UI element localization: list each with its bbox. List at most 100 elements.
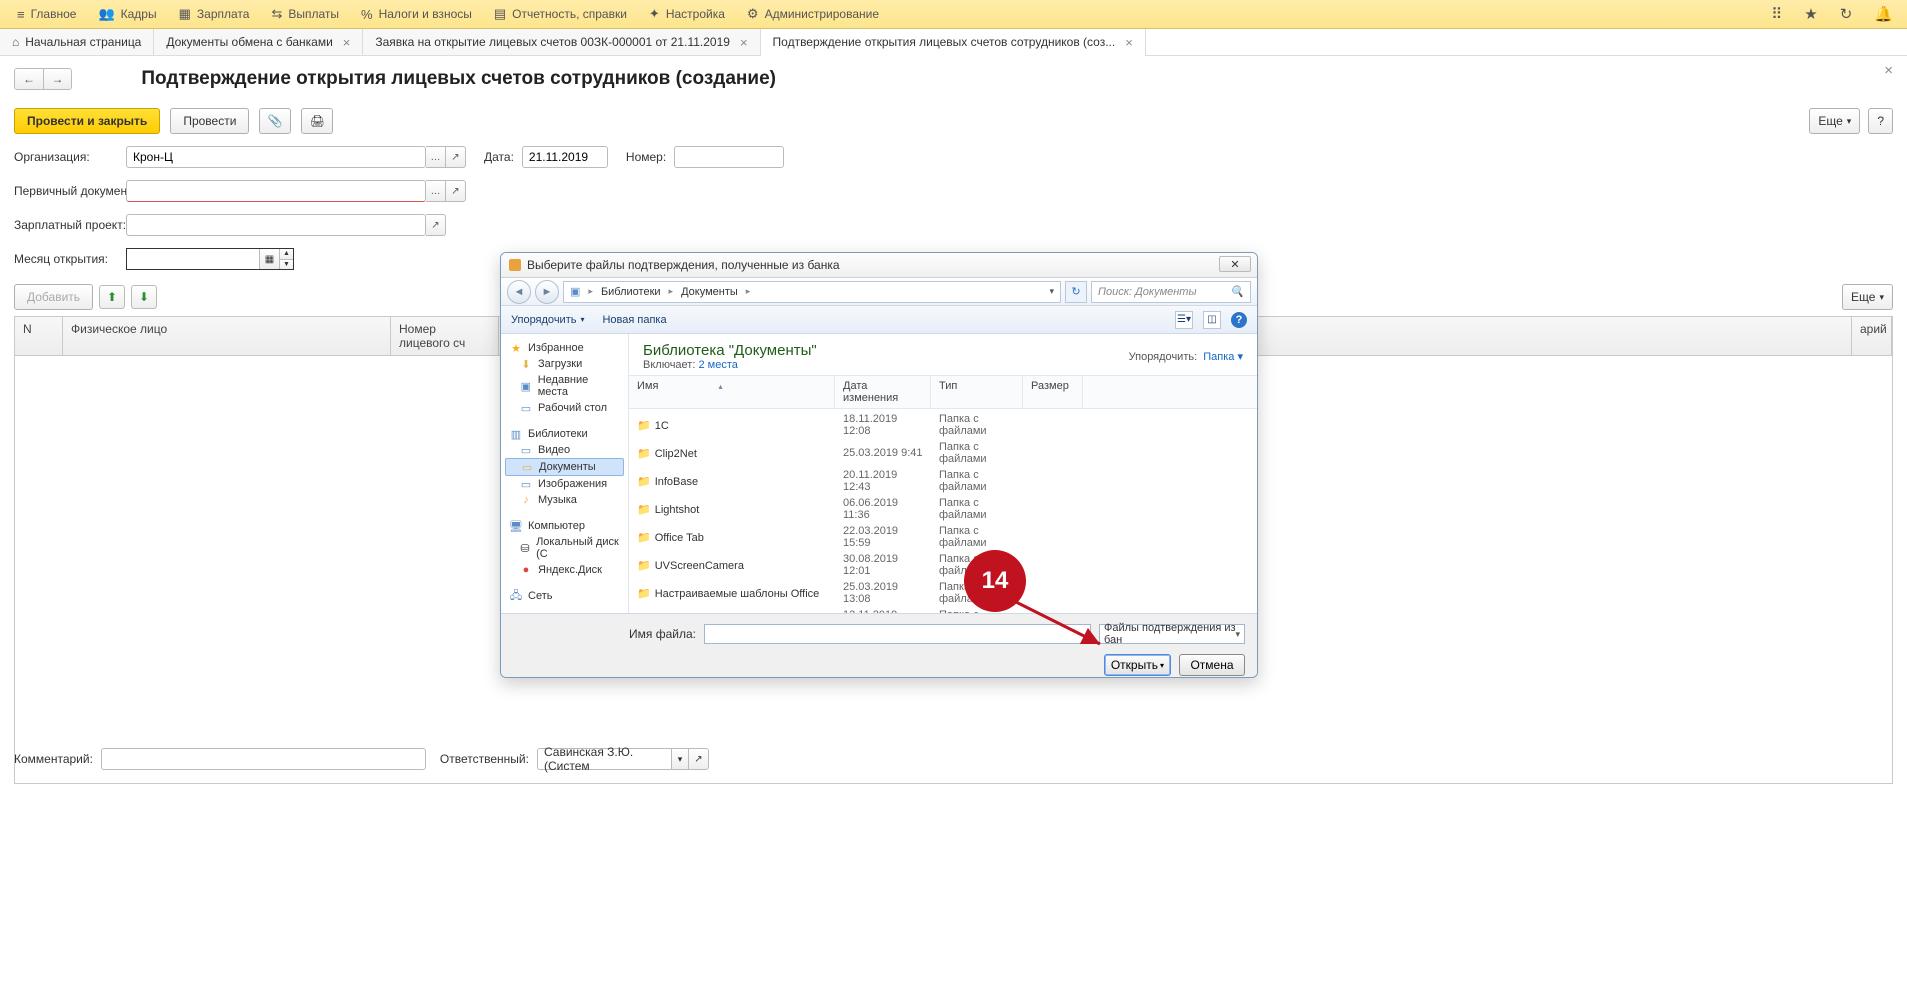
date-input[interactable] (522, 146, 608, 168)
add-button[interactable]: Добавить (14, 284, 93, 310)
side-network[interactable]: 🖧Сеть (505, 588, 624, 604)
project-open-button[interactable]: ↗ (426, 214, 446, 236)
nav-back-circle[interactable]: ◄ (507, 280, 531, 304)
comment-input[interactable] (101, 748, 426, 770)
organize-menu[interactable]: Упорядочить ▾ (511, 314, 584, 326)
apps-icon[interactable]: ⠿ (1765, 5, 1788, 23)
calendar-icon[interactable]: ▦ (259, 249, 279, 269)
primary-doc-ellipsis-button[interactable]: … (426, 180, 446, 202)
side-documents[interactable]: ▭Документы (505, 458, 624, 476)
close-icon[interactable]: × (1125, 35, 1133, 50)
spin-up-button[interactable]: ▲ (280, 249, 293, 259)
menu-admin[interactable]: ⚙Администрирование (736, 0, 890, 29)
menu-payments[interactable]: ⇆Выплаты (260, 0, 350, 29)
table-more-button[interactable]: Еще ▾ (1842, 284, 1893, 310)
locations-link[interactable]: 2 места (698, 359, 737, 371)
number-input[interactable] (674, 146, 784, 168)
col-comment[interactable]: арий (1852, 317, 1892, 355)
tab-confirmation[interactable]: Подтверждение открытия лицевых счетов со… (761, 29, 1146, 55)
side-desktop[interactable]: ▭Рабочий стол (505, 400, 624, 416)
menu-reports[interactable]: ▤Отчетность, справки (483, 0, 638, 29)
new-folder-button[interactable]: Новая папка (602, 314, 666, 326)
side-yadisk[interactable]: ●Яндекс.Диск (505, 562, 624, 578)
help-button[interactable]: ? (1868, 108, 1893, 134)
file-row[interactable]: 📁Настраиваемые шаблоны Office25.03.2019 … (629, 579, 1257, 607)
menu-main[interactable]: ≡Главное (6, 0, 87, 29)
menu-salary[interactable]: ▦Зарплата (168, 0, 261, 29)
col-n[interactable]: N (15, 317, 63, 355)
side-recent[interactable]: ▣Недавние места (505, 372, 624, 400)
primary-doc-input[interactable] (126, 180, 426, 202)
col-person[interactable]: Физическое лицо (63, 317, 391, 355)
side-downloads[interactable]: ⬇Загрузки (505, 356, 624, 372)
side-video[interactable]: ▭Видео (505, 442, 624, 458)
side-libraries[interactable]: ▥Библиотеки (505, 426, 624, 442)
side-local-disk[interactable]: ⛁Локальный диск (C (505, 534, 624, 562)
dialog-help-button[interactable]: ? (1231, 312, 1247, 328)
crumb-libraries[interactable]: Библиотеки (601, 286, 661, 298)
tab-home[interactable]: ⌂Начальная страница (0, 29, 154, 55)
tab-label: Заявка на открытие лицевых счетов 00ЗК-0… (375, 35, 730, 49)
page-close-icon[interactable]: × (1884, 62, 1893, 79)
org-open-button[interactable]: ↗ (446, 146, 466, 168)
menu-hr[interactable]: 👥Кадры (87, 0, 167, 29)
nav-back-button[interactable]: ← (15, 69, 43, 89)
post-and-close-button[interactable]: Провести и закрыть (14, 108, 160, 134)
side-computer[interactable]: 🖥Компьютер (505, 518, 624, 534)
search-input[interactable]: Поиск: Документы 🔍 (1091, 281, 1251, 303)
org-input[interactable] (126, 146, 426, 168)
responsible-field: Савинская З.Ю. (Систем ▾ ↗ (537, 748, 709, 770)
col-size[interactable]: Размер (1023, 376, 1083, 408)
close-icon[interactable]: × (740, 35, 748, 50)
file-row[interactable]: 📁Clip2Net25.03.2019 9:41Папка с файлами (629, 439, 1257, 467)
org-ellipsis-button[interactable]: … (426, 146, 446, 168)
file-row[interactable]: 📁UVScreenCamera30.08.2019 12:01Папка с ф… (629, 551, 1257, 579)
primary-doc-open-button[interactable]: ↗ (446, 180, 466, 202)
menu-taxes[interactable]: %Налоги и взносы (350, 0, 483, 29)
file-row[interactable]: 📁Office Tab22.03.2019 15:59Папка с файла… (629, 523, 1257, 551)
preview-pane-button[interactable]: ◫ (1203, 311, 1221, 329)
responsible-dropdown-button[interactable]: ▾ (671, 748, 689, 770)
close-icon[interactable]: × (343, 35, 351, 50)
crumb-documents[interactable]: Документы (681, 286, 738, 298)
nav-forward-circle[interactable]: ► (535, 280, 559, 304)
responsible-value[interactable]: Савинская З.Ю. (Систем (537, 748, 671, 770)
month-input[interactable] (127, 249, 259, 269)
cancel-button[interactable]: Отмена (1179, 654, 1245, 676)
file-row[interactable]: 📁Файлы Outlook12.11.2019 14:38Папка с фа… (629, 607, 1257, 613)
file-row[interactable]: 📁1C18.11.2019 12:08Папка с файлами (629, 411, 1257, 439)
side-images[interactable]: ▭Изображения (505, 476, 624, 492)
sort-value-link[interactable]: Папка ▾ (1203, 351, 1243, 363)
bell-icon[interactable]: 🔔 (1868, 5, 1899, 23)
print-button[interactable]: 🖨 (301, 108, 333, 134)
file-row[interactable]: 📁InfoBase20.11.2019 12:43Папка с файлами (629, 467, 1257, 495)
history-icon[interactable]: ↻ (1834, 5, 1859, 23)
move-down-button[interactable]: ⬇ (131, 285, 157, 309)
side-music[interactable]: ♪Музыка (505, 492, 624, 508)
refresh-button[interactable]: ↻ (1065, 281, 1087, 303)
col-name[interactable]: Имя▴ (629, 376, 835, 408)
more-button[interactable]: Еще ▾ (1809, 108, 1860, 134)
side-favorites[interactable]: ★Избранное (505, 340, 624, 356)
move-up-button[interactable]: ⬆ (99, 285, 125, 309)
star-icon[interactable]: ★ (1798, 5, 1823, 23)
tab-request[interactable]: Заявка на открытие лицевых счетов 00ЗК-0… (363, 29, 760, 55)
dialog-titlebar[interactable]: Выберите файлы подтверждения, полученные… (501, 253, 1257, 278)
col-account[interactable]: Номер лицевого сч (391, 317, 499, 355)
view-mode-button[interactable]: ☰▾ (1175, 311, 1193, 329)
nav-forward-button[interactable]: → (43, 69, 71, 89)
menu-settings[interactable]: ✦Настройка (638, 0, 736, 29)
spin-down-button[interactable]: ▼ (280, 259, 293, 270)
col-date[interactable]: Дата изменения (835, 376, 931, 408)
col-type[interactable]: Тип (931, 376, 1023, 408)
breadcrumb[interactable]: ▣▸ Библиотеки▸ Документы▸ ▾ (563, 281, 1061, 303)
file-filter-dropdown[interactable]: Файлы подтверждения из бан (1099, 624, 1245, 644)
project-input[interactable] (126, 214, 426, 236)
responsible-open-button[interactable]: ↗ (689, 748, 709, 770)
chevron-down-icon[interactable]: ▾ (1049, 286, 1054, 297)
tab-bank-docs[interactable]: Документы обмена с банками× (154, 29, 363, 55)
attach-button[interactable]: 📎 (259, 108, 291, 134)
post-button[interactable]: Провести (170, 108, 249, 134)
file-row[interactable]: 📁Lightshot06.06.2019 11:36Папка с файлам… (629, 495, 1257, 523)
dialog-close-button[interactable]: ✕ (1219, 256, 1251, 272)
